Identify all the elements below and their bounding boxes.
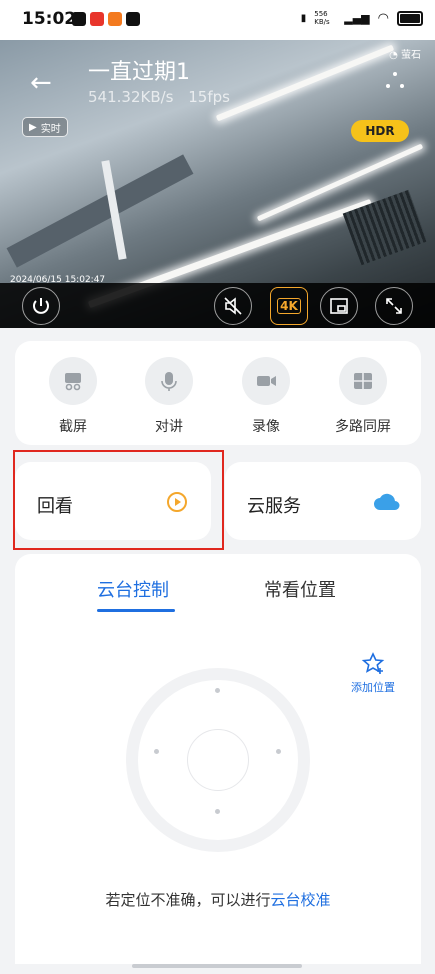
add-position-label: 添加位置 bbox=[351, 681, 395, 694]
picture-in-picture-icon bbox=[330, 298, 348, 314]
tab-ptz-control[interactable]: 云台控制 bbox=[97, 576, 169, 602]
star-add-icon bbox=[361, 652, 385, 674]
app-notification-icon bbox=[108, 12, 122, 26]
ptz-card: 云台控制 常看位置 添加位置 若定位不准确，可以进行云台校准 bbox=[15, 554, 421, 964]
video-camera-icon bbox=[257, 376, 276, 386]
add-position-button[interactable]: 添加位置 bbox=[351, 652, 395, 695]
ptz-calibration-link[interactable]: 云台校准 bbox=[271, 891, 331, 909]
microphone-icon bbox=[161, 372, 177, 391]
hint-text: 若定位不准确，可以进行 bbox=[105, 891, 271, 909]
sim-icon bbox=[126, 12, 140, 26]
ptz-right-dot[interactable] bbox=[276, 749, 281, 754]
highlight-box bbox=[13, 450, 224, 550]
message-icon bbox=[72, 12, 86, 26]
signal-icon: ▂▄▆ bbox=[344, 11, 370, 25]
calibration-hint: 若定位不准确，可以进行云台校准 bbox=[15, 889, 421, 910]
screenshot-button[interactable]: 截屏 bbox=[33, 357, 113, 436]
tools-card: 截屏 对讲 录像 多路同屏 bbox=[15, 341, 421, 445]
ptz-joystick-center[interactable] bbox=[187, 729, 249, 791]
live-icon: ▶ bbox=[29, 121, 37, 133]
net-speed: 556 KB/s bbox=[314, 10, 330, 26]
tab-favorite-positions[interactable]: 常看位置 bbox=[264, 576, 336, 602]
pip-button[interactable] bbox=[320, 287, 358, 325]
home-indicator[interactable] bbox=[132, 964, 302, 968]
tool-label: 对讲 bbox=[155, 419, 183, 435]
quality-label: 4K bbox=[277, 298, 301, 314]
live-label: 实时 bbox=[40, 123, 61, 135]
ptz-up-dot[interactable] bbox=[215, 688, 220, 693]
wifi-icon: ◠ bbox=[377, 10, 389, 26]
app-notification-icon bbox=[90, 12, 104, 26]
mute-button[interactable] bbox=[214, 287, 252, 325]
intercom-button[interactable]: 对讲 bbox=[129, 357, 209, 436]
back-button[interactable]: ← bbox=[30, 68, 52, 98]
tool-label: 多路同屏 bbox=[335, 419, 391, 435]
bitrate-text: 541.32KB/s bbox=[88, 88, 174, 106]
live-badge: ▶ 实时 bbox=[22, 117, 68, 137]
quality-button[interactable]: 4K bbox=[270, 287, 308, 325]
stream-info: 541.32KB/s 15fps bbox=[88, 88, 230, 106]
vibrate-icon: ▮ bbox=[300, 12, 307, 24]
multi-screen-button[interactable]: 多路同屏 bbox=[323, 357, 403, 436]
cloud-service-tile[interactable]: 云服务 bbox=[225, 462, 421, 540]
ptz-left-dot[interactable] bbox=[154, 749, 159, 754]
ptz-down-dot[interactable] bbox=[215, 809, 220, 814]
fullscreen-button[interactable] bbox=[375, 287, 413, 325]
active-tab-indicator bbox=[97, 609, 175, 612]
status-bar: 15:02 ▮ 556 KB/s ▂▄▆ ◠ bbox=[0, 0, 435, 40]
live-video-view[interactable]: ← 一直过期1 541.32KB/s 15fps ▶ 实时 ◔ 萤石 HDR 2… bbox=[0, 40, 435, 328]
more-options-button[interactable] bbox=[385, 72, 405, 92]
record-button[interactable]: 录像 bbox=[226, 357, 306, 436]
multi-screen-icon bbox=[354, 373, 372, 389]
power-button[interactable] bbox=[22, 287, 60, 325]
status-time: 15:02 bbox=[22, 9, 77, 29]
brand-logo: ◔ 萤石 bbox=[389, 50, 421, 61]
hdr-toggle[interactable]: HDR bbox=[351, 120, 409, 142]
cloud-icon bbox=[374, 493, 400, 510]
player-control-bar: 4K bbox=[0, 283, 435, 328]
battery-icon bbox=[397, 10, 423, 26]
tool-label: 截屏 bbox=[59, 419, 87, 435]
speaker-muted-icon bbox=[224, 297, 242, 315]
device-title: 一直过期1 bbox=[88, 60, 190, 85]
fps-text: 15fps bbox=[188, 88, 230, 106]
tool-label: 录像 bbox=[252, 419, 280, 435]
cloud-service-label: 云服务 bbox=[247, 496, 301, 517]
power-icon bbox=[33, 298, 49, 314]
scissors-icon bbox=[65, 373, 81, 391]
expand-icon bbox=[386, 298, 402, 314]
